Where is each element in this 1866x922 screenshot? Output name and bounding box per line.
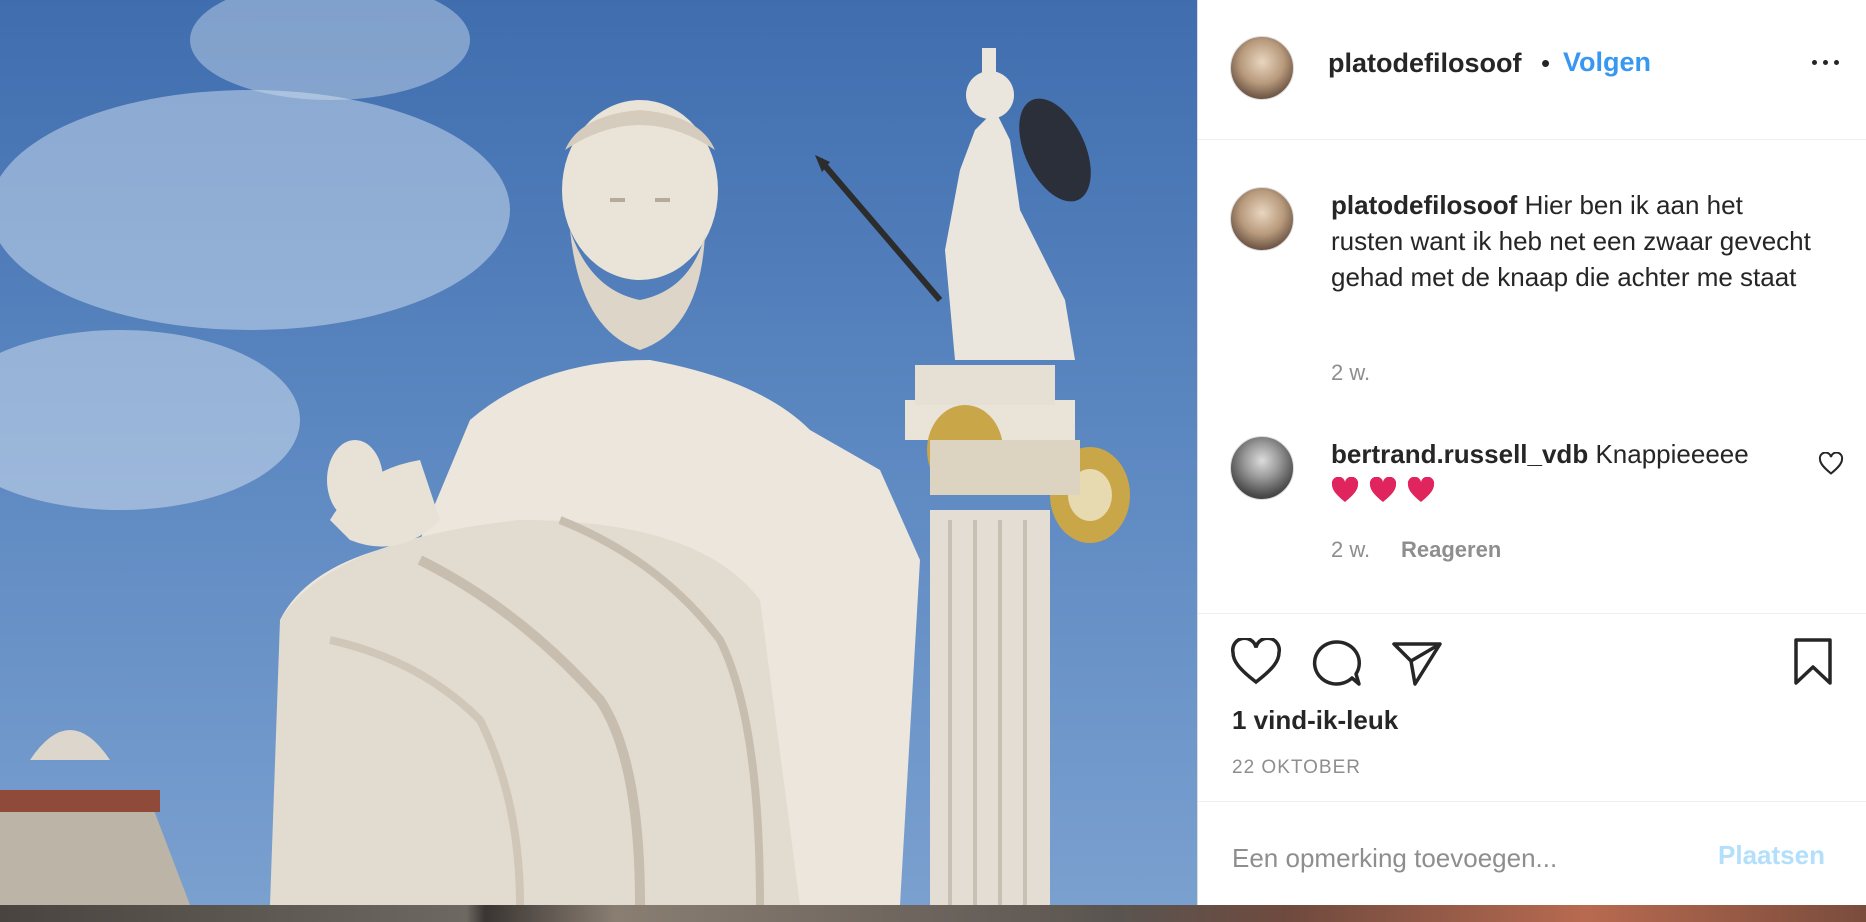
post-comment-button[interactable]: Plaatsen: [1718, 840, 1825, 871]
likes-count[interactable]: 1 vind-ik-leuk: [1232, 705, 1398, 736]
comments-divider: [1198, 613, 1866, 614]
caption-username[interactable]: platodefilosoof: [1331, 190, 1517, 220]
add-comment-input[interactable]: [1232, 838, 1712, 878]
comment-bubble-icon[interactable]: [1311, 638, 1363, 688]
caption: platodefilosoof Hier ben ik aan het rust…: [1331, 187, 1811, 295]
commenter-avatar[interactable]: [1230, 436, 1294, 500]
caption-avatar[interactable]: [1230, 187, 1294, 251]
author-avatar[interactable]: [1230, 36, 1294, 100]
composer-divider: [1198, 801, 1866, 802]
photo-grid-strip: [0, 905, 1866, 922]
red-heart-emoji-icon: [1331, 477, 1359, 502]
reply-button[interactable]: Reageren: [1401, 537, 1501, 563]
share-paper-plane-icon[interactable]: [1391, 639, 1443, 687]
red-heart-emoji-icon: [1369, 477, 1397, 502]
header-separator: •: [1541, 48, 1551, 78]
follow-button[interactable]: Volgen: [1563, 47, 1651, 78]
post-photo[interactable]: [0, 0, 1197, 905]
caption-time[interactable]: 2 w.: [1331, 360, 1370, 386]
more-options-ellipsis-icon[interactable]: [1808, 55, 1844, 69]
comment: bertrand.russell_vdb Knappieeeee: [1331, 436, 1811, 508]
author-username[interactable]: platodefilosoof: [1328, 48, 1521, 79]
post-date[interactable]: 22 OKTOBER: [1232, 757, 1361, 779]
red-heart-emoji-icon: [1407, 477, 1435, 502]
comment-like-heart-icon[interactable]: [1818, 452, 1844, 476]
like-heart-icon[interactable]: [1230, 638, 1282, 686]
comment-text: Knappieeeee: [1595, 439, 1749, 469]
statue-image: [0, 0, 1130, 905]
comment-username[interactable]: bertrand.russell_vdb: [1331, 439, 1588, 469]
comment-time[interactable]: 2 w.: [1331, 537, 1370, 563]
post-sidebar: platodefilosoof • Volgen platodefilosoof…: [1198, 0, 1866, 905]
header-divider: [1198, 139, 1866, 140]
save-bookmark-icon[interactable]: [1792, 637, 1834, 687]
